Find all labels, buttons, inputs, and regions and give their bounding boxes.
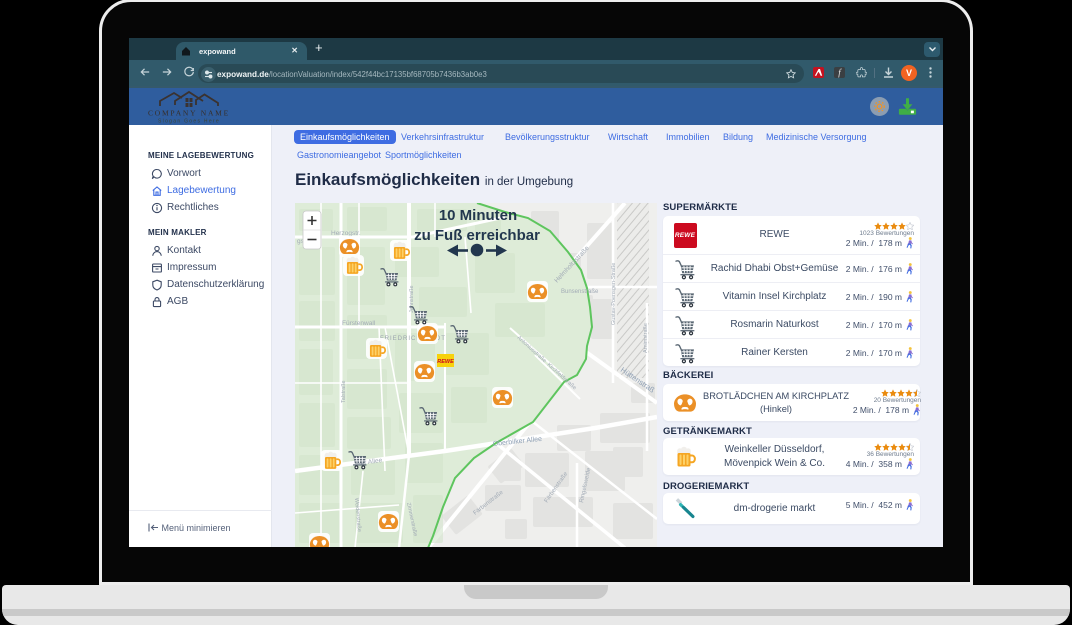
svg-text:Gustav-Poensgen-Straße: Gustav-Poensgen-Straße bbox=[611, 263, 617, 325]
svg-text:Arnimstraße: Arnimstraße bbox=[643, 323, 649, 353]
svg-text:zu Fuß erreichbar: zu Fuß erreichbar bbox=[414, 227, 540, 244]
svg-text:REWE: REWE bbox=[437, 359, 454, 365]
svg-text:COMPANY NAME: COMPANY NAME bbox=[148, 109, 230, 118]
svg-text:Talstraße: Talstraße bbox=[341, 380, 347, 403]
svg-text:Herzogstr.: Herzogstr. bbox=[331, 230, 361, 237]
svg-text:10 Minuten: 10 Minuten bbox=[439, 207, 517, 224]
svg-text:Slogan Goes Here: Slogan Goes Here bbox=[158, 119, 220, 125]
svg-text:Fürstenwall: Fürstenwall bbox=[342, 320, 376, 327]
svg-text:Bunsenstraße: Bunsenstraße bbox=[561, 289, 599, 295]
